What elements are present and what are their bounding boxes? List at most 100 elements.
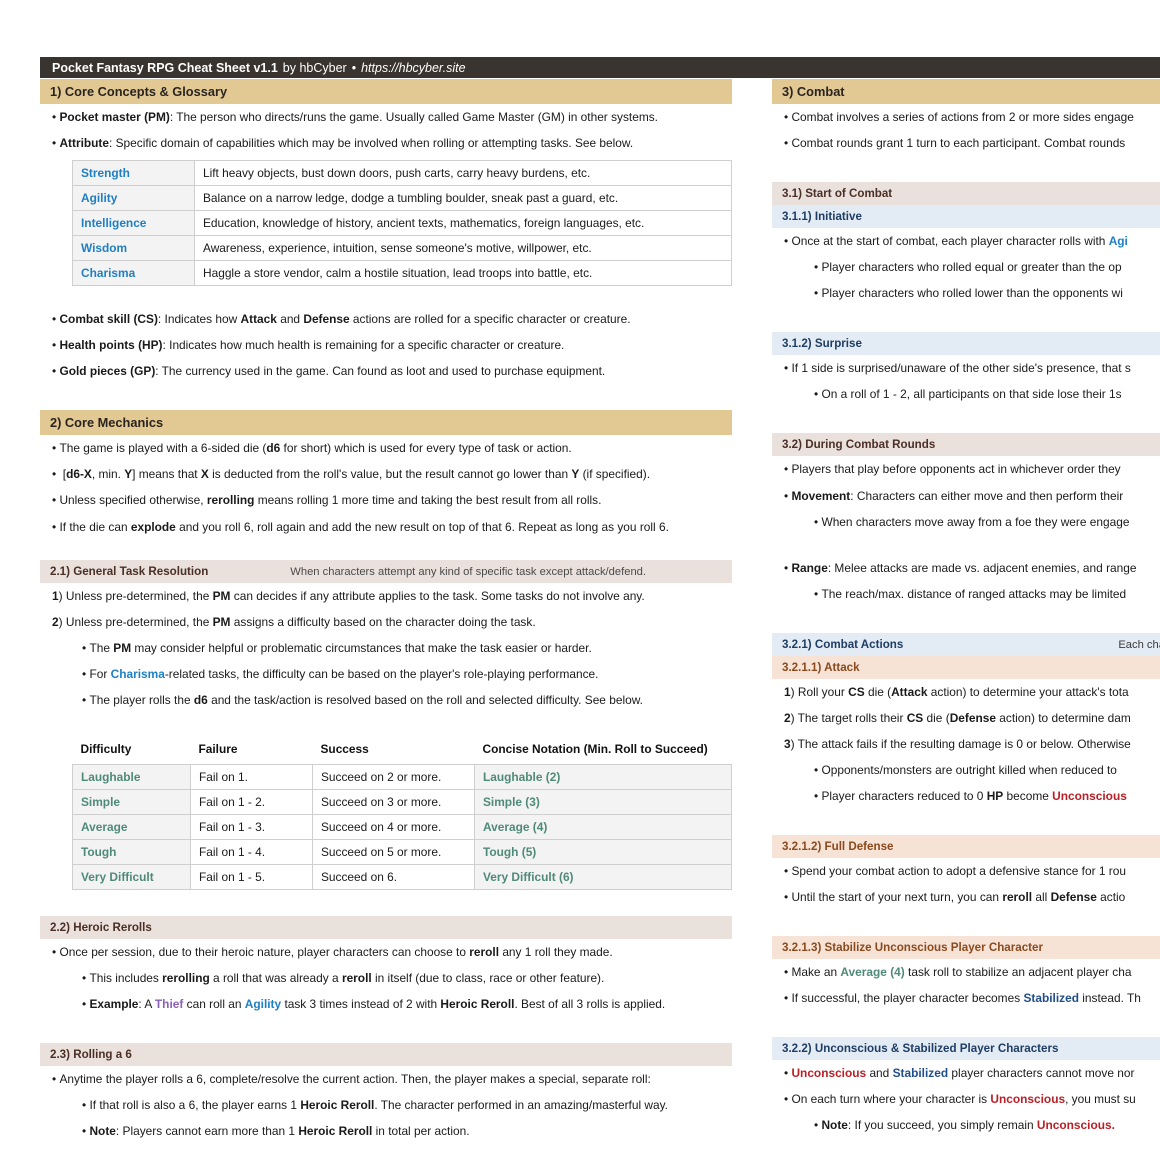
glossary-gold-pieces: • Gold pieces (GP): The currency used in… xyxy=(52,364,606,379)
initiative-rule: • Once at the start of combat, each play… xyxy=(784,234,1128,249)
cheat-sheet-page: Pocket Fantasy RPG Cheat Sheet v1.1 by h… xyxy=(0,0,1160,1160)
column-header-success: Success xyxy=(320,741,369,756)
subsection-title: 2.1) General Task Resolution xyxy=(50,564,209,578)
subsection-heading-2-1: 2.1) General Task Resolution When charac… xyxy=(40,559,732,583)
table-row: Average Fail on 1 - 3. Succeed on 4 or m… xyxy=(72,813,732,840)
difficulty-failure: Fail on 1 - 4. xyxy=(190,838,313,865)
difficulty-name: Laughable xyxy=(72,763,191,790)
attribute-name: Charisma xyxy=(72,260,195,287)
status-unconscious: Unconscious. xyxy=(1036,1118,1115,1133)
subsection-heading-3-2-1-1: 3.2.1.1) Attack xyxy=(772,655,1160,679)
glossary-health-points: • Health points (HP): Indicates how much… xyxy=(52,338,565,353)
mechanic-d6: • The game is played with a 6-sided die … xyxy=(52,441,572,456)
unconscious-success-note: • Note: If you succeed, you simply remai… xyxy=(814,1118,1115,1133)
heroic-reroll-includes: • This includes rerolling a roll that wa… xyxy=(82,970,605,985)
attribute-name: Agility xyxy=(72,185,195,212)
movement-rule: • Movement: Characters can either move a… xyxy=(784,488,1124,503)
table-row: Agility Balance on a narrow ledge, dodge… xyxy=(72,185,732,212)
difficulty-failure: Fail on 1 - 3. xyxy=(190,813,313,840)
document-url[interactable]: https://hbcyber.site xyxy=(361,61,465,75)
difficulty-success: Succeed on 5 or more. xyxy=(312,838,475,865)
term-range: Range xyxy=(791,560,828,575)
subsection-heading-3-1-1: 3.1.1) Initiative xyxy=(772,205,1160,229)
status-stabilized: Stabilized xyxy=(892,1066,949,1081)
subsection-title: 3.1.2) Surprise xyxy=(782,337,862,351)
task-step-2: 2) Unless pre-determined, the PM assigns… xyxy=(52,614,536,629)
right-column: 3) Combat • Combat involves a series of … xyxy=(772,79,1160,1139)
difficulty-failure: Fail on 1 - 2. xyxy=(190,788,313,815)
unconscious-turn-rule: • On each turn where your character is U… xyxy=(784,1092,1136,1107)
attack-step-2: 2) The target rolls their CS die (Defens… xyxy=(784,710,1131,725)
attribute-name: Wisdom xyxy=(72,235,195,262)
table-row: Wisdom Awareness, experience, intuition,… xyxy=(72,235,732,262)
attribute-agility-ref: Agi xyxy=(1108,234,1128,249)
difficulty-success: Succeed on 3 or more. xyxy=(312,788,475,815)
column-header-failure: Failure xyxy=(198,741,238,756)
subsection-title: 3.2.1.2) Full Defense xyxy=(782,840,894,854)
subsection-heading-3-2-1-3: 3.2.1.3) Stabilize Unconscious Player Ch… xyxy=(772,936,1160,960)
term-health-points: Health points (HP) xyxy=(59,338,163,353)
table-row: Charisma Haggle a store vendor, calm a h… xyxy=(72,260,732,287)
document-title-bar: Pocket Fantasy RPG Cheat Sheet v1.1 by h… xyxy=(40,57,1160,78)
glossary-attribute: • Attribute: Specific domain of capabili… xyxy=(52,136,634,151)
task-note-roll: • The player rolls the d6 and the task/a… xyxy=(82,692,643,707)
range-rule: • Range: Melee attacks are made vs. adja… xyxy=(784,560,1137,575)
mechanic-exploding-die: • If the die can explode and you roll 6,… xyxy=(52,519,669,534)
difficulty-name: Tough xyxy=(72,838,191,865)
subsection-title: 3.2.1) Combat Actions xyxy=(782,637,904,651)
column-header-difficulty: Difficulty xyxy=(80,741,132,756)
subsection-heading-3-2-1-2: 3.2.1.2) Full Defense xyxy=(772,835,1160,859)
status-stabilized: Stabilized xyxy=(1023,991,1079,1006)
subsection-heading-3-1: 3.1) Start of Combat xyxy=(772,182,1160,206)
difficulty-average-value: (4) xyxy=(886,965,905,980)
mechanic-modifier-notation: • [d6-X, min. Y] means that X is deducte… xyxy=(52,467,651,482)
full-defense-rule-2: • Until the start of your next turn, you… xyxy=(784,890,1126,905)
table-row: Intelligence Education, knowledge of his… xyxy=(72,210,732,237)
glossary-combat-skill: • Combat skill (CS): Indicates how Attac… xyxy=(52,312,631,327)
table-row: Tough Fail on 1 - 4. Succeed on 5 or mor… xyxy=(72,838,732,865)
attribute-description: Balance on a narrow ledge, dodge a tumbl… xyxy=(194,185,732,212)
subsection-note: Each characte xyxy=(1118,638,1160,651)
rolling-six-note: • Note: Players cannot earn more than 1 … xyxy=(82,1124,470,1139)
subsection-title: 3.2) During Combat Rounds xyxy=(782,438,936,452)
term-attribute: Attribute xyxy=(59,136,110,151)
table-header-row: Difficulty Failure Success Concise Notat… xyxy=(73,737,732,765)
surprise-roll-result: • On a roll of 1 - 2, all participants o… xyxy=(814,387,1122,402)
task-note-charisma: • For Charisma-related tasks, the diffic… xyxy=(82,666,599,681)
attribute-name: Intelligence xyxy=(72,210,195,237)
full-defense-rule-1: • Spend your combat action to adopt a de… xyxy=(784,864,1126,879)
difficulty-name: Average xyxy=(72,813,191,840)
subsection-title: 3.2.1.3) Stabilize Unconscious Player Ch… xyxy=(782,941,1043,955)
subsection-title: 3.1) Start of Combat xyxy=(782,187,893,201)
combat-intro-2: • Combat rounds grant 1 turn to each par… xyxy=(784,136,1126,151)
difficulty-success: Succeed on 4 or more. xyxy=(312,813,475,840)
column-header-notation: Concise Notation (Min. Roll to Succeed) xyxy=(482,741,708,756)
difficulty-average-ref: Average xyxy=(840,965,887,980)
difficulty-name: Very Difficult xyxy=(72,863,191,890)
attack-pc-unconscious: • Player characters reduced to 0 HP beco… xyxy=(814,789,1127,803)
subsection-heading-3-2-2: 3.2.2) Unconscious & Stabilized Player C… xyxy=(772,1037,1160,1061)
table-row: Laughable Fail on 1. Succeed on 2 or mor… xyxy=(72,763,732,790)
subsection-title: 3.2.1.1) Attack xyxy=(782,660,860,674)
attributes-table-body: Strength Lift heavy objects, bust down d… xyxy=(72,160,732,287)
term-gold-pieces: Gold pieces (GP) xyxy=(59,364,156,379)
attribute-agility-ref: Agility xyxy=(244,997,282,1011)
difficulty-notation: Very Difficult (6) xyxy=(474,863,732,890)
attack-step-3: 3) The attack fails if the resulting dam… xyxy=(784,736,1131,751)
subsection-heading-3-1-2: 3.1.2) Surprise xyxy=(772,332,1160,356)
difficulty-failure: Fail on 1 - 5. xyxy=(190,863,313,890)
heroic-reroll-example: • Example: A Thief can roll an Agility t… xyxy=(82,997,666,1011)
difficulty-notation: Laughable (2) xyxy=(474,763,732,790)
table-row: Very Difficult Fail on 1 - 5. Succeed on… xyxy=(72,863,732,890)
status-unconscious: Unconscious xyxy=(1052,789,1127,803)
table-row: Strength Lift heavy objects, bust down d… xyxy=(72,160,732,187)
attack-monster-death: • Opponents/monsters are outright killed… xyxy=(814,762,1117,777)
subsection-heading-3-2: 3.2) During Combat Rounds xyxy=(772,433,1160,457)
glossary-pocket-master: • Pocket master (PM): The person who dir… xyxy=(52,110,658,124)
rolling-six-bonus: • If that roll is also a 6, the player e… xyxy=(82,1098,668,1113)
combat-order-rule: • Players that play before opponents act… xyxy=(784,462,1121,477)
combat-intro-1: • Combat involves a series of actions fr… xyxy=(784,110,1134,124)
difficulty-success: Succeed on 6. xyxy=(312,863,475,890)
initiative-higher-roll: • Player characters who rolled equal or … xyxy=(814,260,1122,275)
status-unconscious: Unconscious xyxy=(990,1092,1066,1107)
